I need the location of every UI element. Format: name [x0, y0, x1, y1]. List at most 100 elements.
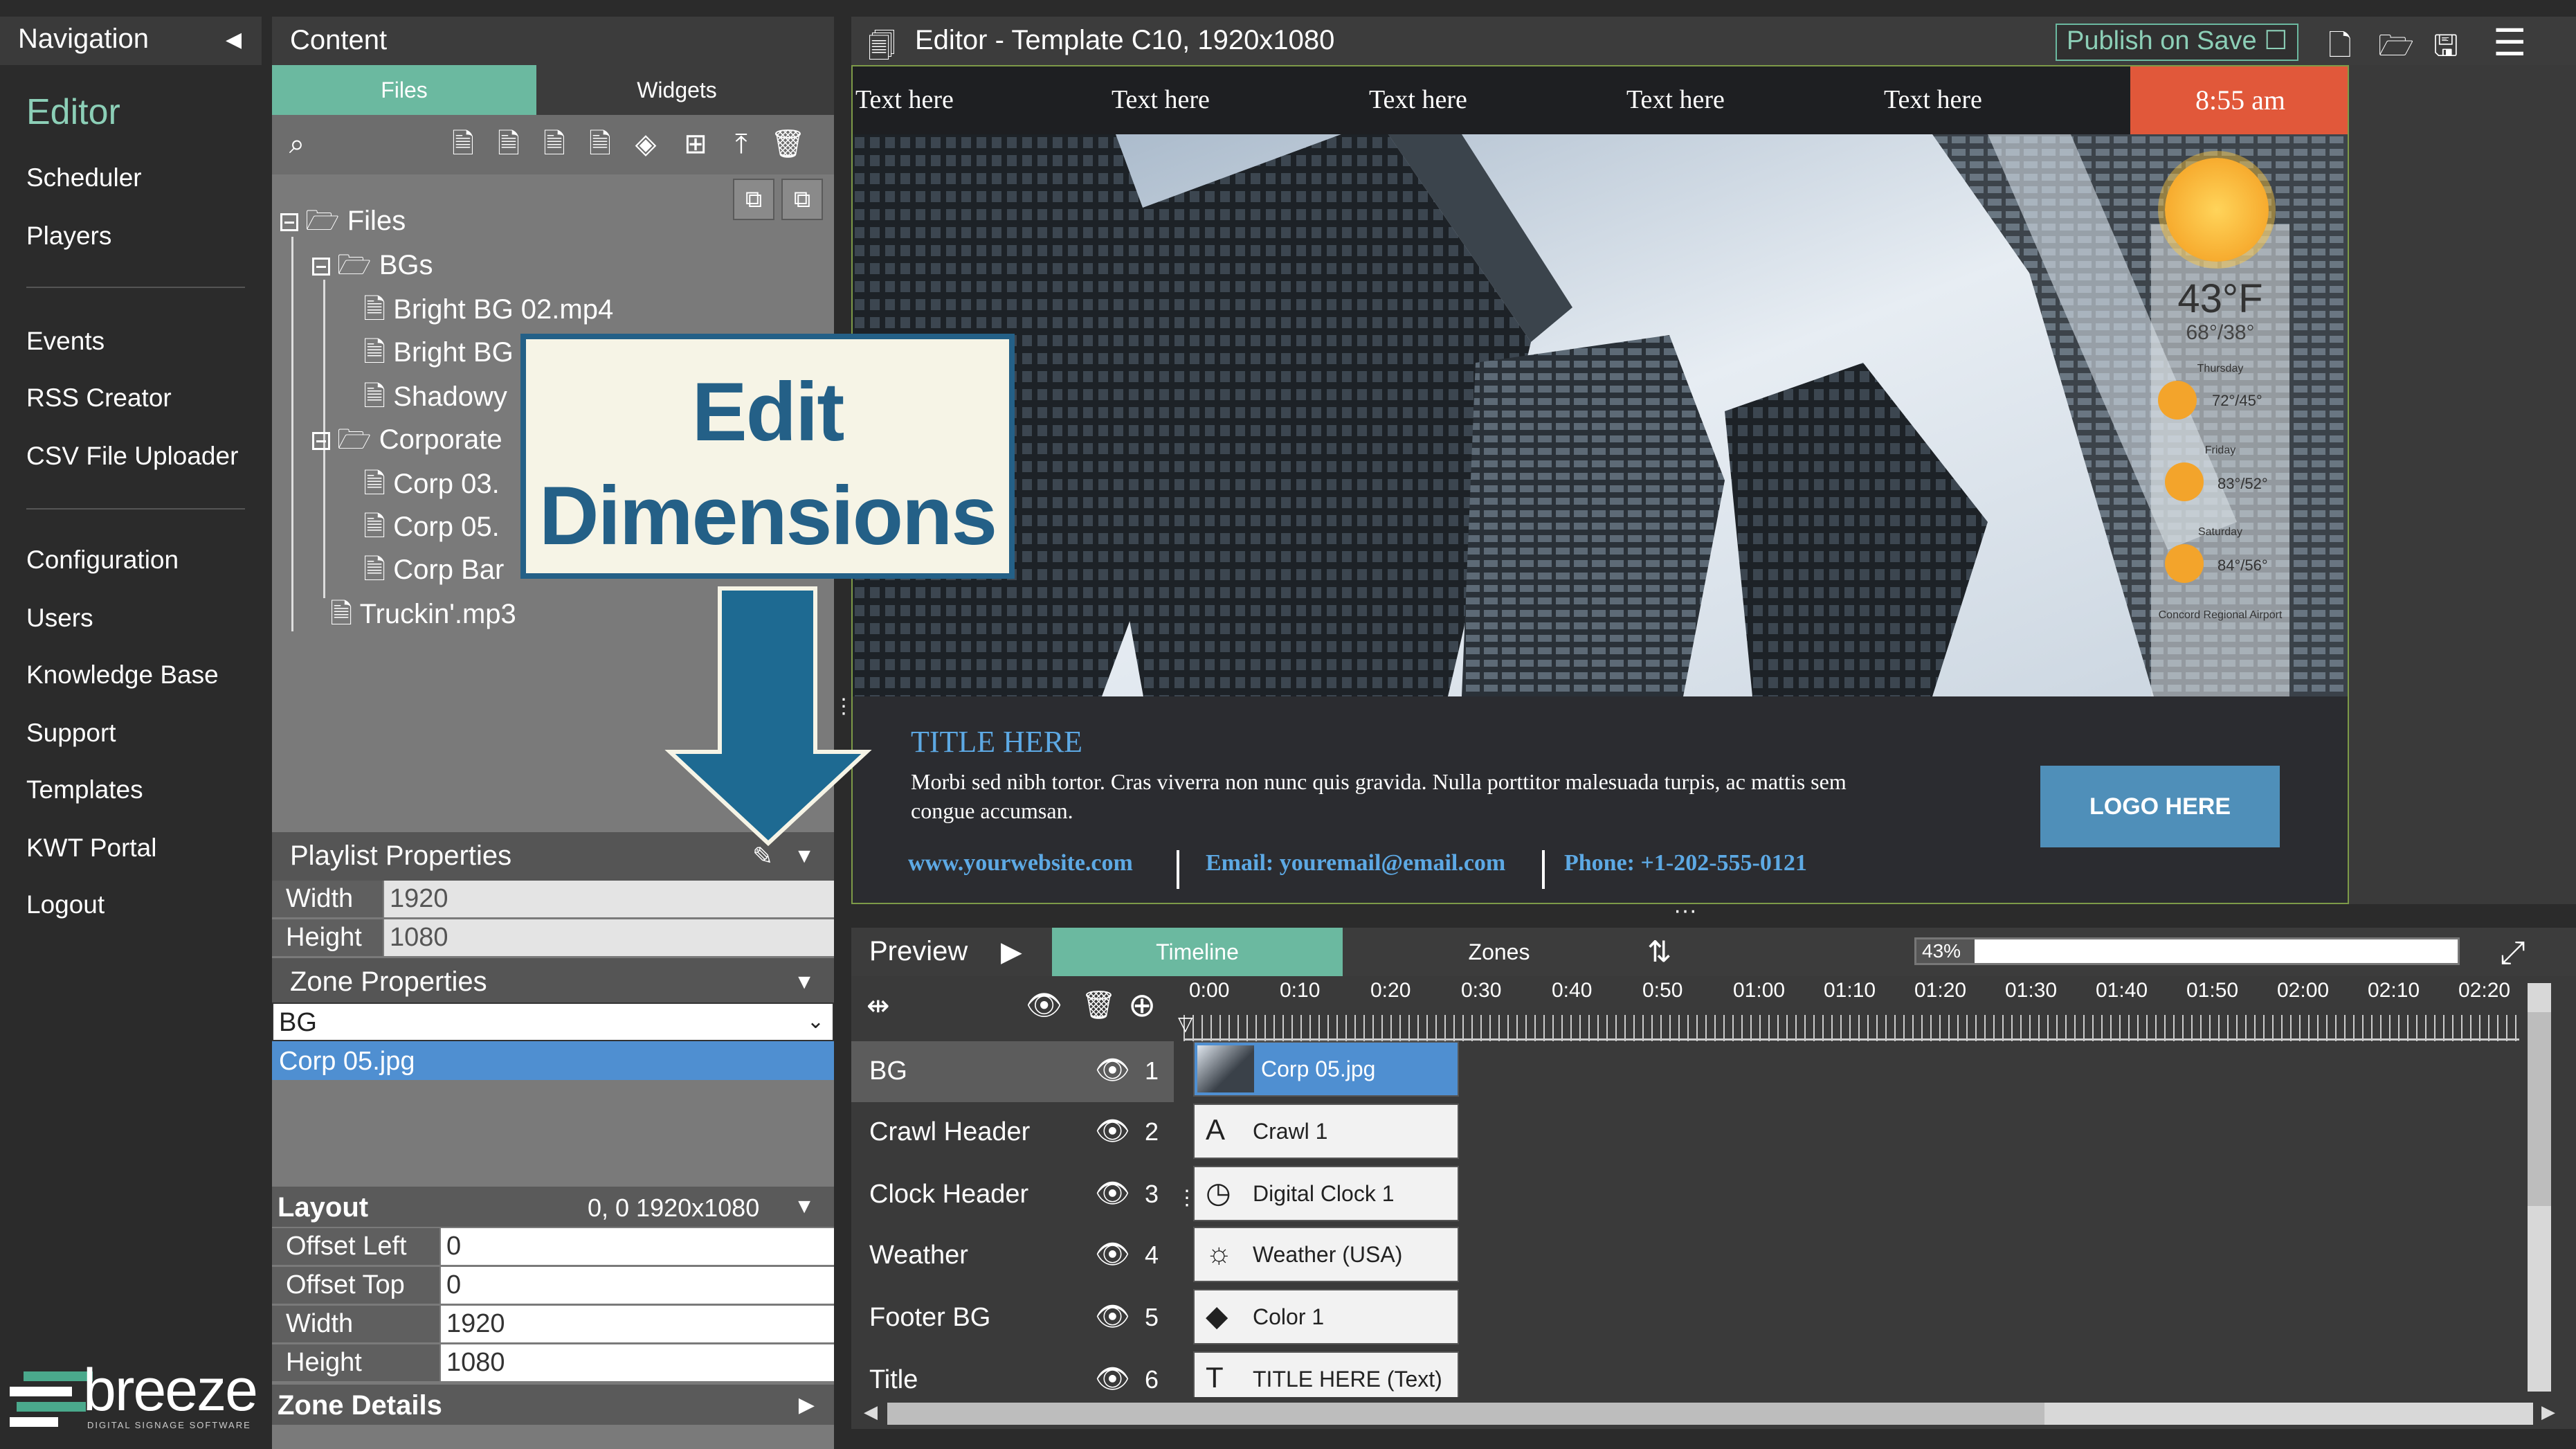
offset-left-field[interactable]: 0 — [441, 1228, 834, 1265]
search-icon[interactable]: ⌕ — [282, 129, 312, 159]
footer-website[interactable]: www.yourwebsite.com — [908, 850, 1133, 876]
add-icon[interactable]: ⊕ — [1128, 986, 1156, 1025]
eye-icon[interactable]: 👁 — [1095, 1362, 1130, 1395]
tree-folder-bgs[interactable]: 🗁 BGs — [312, 245, 433, 292]
layout-height-field[interactable]: 1080 — [441, 1344, 834, 1381]
collapse-icon[interactable] — [312, 432, 330, 450]
timeline-clip[interactable]: Corp 05.jpg — [1193, 1041, 1459, 1097]
footer-phone[interactable]: Phone: +1-202-555-0121 — [1564, 850, 1807, 876]
preview-label[interactable]: Preview — [869, 936, 968, 967]
nav-item-events[interactable]: Events — [26, 327, 105, 356]
logo-zone[interactable]: LOGO HERE — [2040, 766, 2280, 847]
sort-icon[interactable]: ⇅ — [1647, 935, 1671, 969]
layout-header[interactable]: Layout 0, 0 1920x1080 ▼ — [272, 1187, 834, 1227]
zone-row[interactable]: BG 👁 1 — [851, 1041, 1174, 1102]
tab-widgets[interactable]: Widgets — [545, 65, 809, 115]
playlist-height-field[interactable]: 1080 — [384, 919, 834, 956]
scroll-right-icon[interactable]: ▶ — [2541, 1401, 2555, 1423]
fit-width-icon[interactable]: ⇹ — [867, 990, 890, 1022]
timeline-clip[interactable]: ◷ Digital Clock 1 — [1193, 1166, 1459, 1221]
eye-icon[interactable]: 👁 — [1095, 1054, 1130, 1086]
nav-item-configuration[interactable]: Configuration — [26, 546, 179, 575]
new-pdf-icon[interactable]: 🗎 — [585, 129, 615, 159]
new-image-icon[interactable]: 🗎 — [448, 129, 478, 159]
crawl-header-zone[interactable]: Text here Text here Text here Text here … — [853, 66, 2130, 134]
zone-select[interactable]: BG ⌄ — [272, 1002, 834, 1041]
background-photo[interactable] — [853, 134, 2349, 696]
tree-file[interactable]: 🗎 Shadowy — [363, 377, 507, 424]
tree-file[interactable]: 🗎 Corp 03. — [363, 464, 500, 511]
tree-file[interactable]: 🗎 Corp Bar — [363, 550, 504, 597]
duplicate-icon[interactable]: ⧉ — [781, 179, 823, 220]
menu-icon[interactable]: ☰ — [2493, 21, 2526, 64]
new-folder-icon[interactable]: ⊞ — [680, 129, 711, 159]
zoom-slider[interactable]: 43% — [1914, 937, 2460, 965]
nav-item-support[interactable]: Support — [26, 719, 116, 748]
eye-icon[interactable]: 👁 — [1095, 1115, 1130, 1147]
zone-details-header[interactable]: Zone Details ▶ — [272, 1385, 834, 1425]
nav-item-rss-creator[interactable]: RSS Creator — [26, 384, 172, 413]
eye-icon[interactable]: 👁 — [1095, 1177, 1130, 1209]
weather-zone[interactable]: 43°F 68°/38° Thursday 72°/45° Friday 83°… — [2151, 158, 2289, 723]
play-icon[interactable]: ▶ — [1001, 936, 1022, 968]
publish-on-save-toggle[interactable]: Publish on Save ☐ — [2056, 24, 2299, 61]
fullscreen-icon[interactable]: ⤢ — [2500, 933, 2525, 972]
tab-zones[interactable]: Zones — [1354, 928, 1644, 976]
nav-item-users[interactable]: Users — [26, 604, 93, 633]
nav-item-players[interactable]: Players — [26, 222, 111, 251]
footer-bg-zone[interactable]: TITLE HERE Morbi sed nibh tortor. Cras v… — [853, 696, 2348, 903]
nav-item-editor[interactable]: Editor — [26, 91, 120, 133]
nav-item-kwt-portal[interactable]: KWT Portal — [26, 834, 156, 863]
clock-header-zone[interactable]: 8:55 am — [2130, 66, 2348, 134]
zone-properties-header[interactable]: Zone Properties ▼ — [272, 958, 834, 1002]
footer-title[interactable]: TITLE HERE — [911, 724, 1082, 759]
zone-row[interactable]: Crawl Header 👁 2 — [851, 1102, 1174, 1163]
collapse-icon[interactable] — [312, 258, 330, 276]
nav-item-logout[interactable]: Logout — [26, 890, 105, 919]
layout-width-field[interactable]: 1920 — [441, 1306, 834, 1342]
tree-file[interactable]: 🗎 Truckin'.mp3 — [330, 594, 516, 641]
copy-icon[interactable]: ⧉ — [733, 179, 774, 220]
nav-item-templates[interactable]: Templates — [26, 775, 143, 804]
eye-icon[interactable]: 👁 — [1026, 989, 1062, 1023]
trash-icon[interactable]: 🗑 — [770, 129, 806, 159]
splitter-handle-icon[interactable]: ··· — [1674, 899, 1722, 922]
footer-body[interactable]: Morbi sed nibh tortor. Cras viverra non … — [911, 767, 1894, 825]
scrollbar-thumb[interactable] — [2528, 1012, 2551, 1206]
zone-item-selected[interactable]: Corp 05.jpg — [272, 1041, 834, 1080]
tree-folder-corporate[interactable]: 🗁 Corporate — [312, 420, 502, 467]
timeline-clip[interactable]: ◆ Color 1 — [1193, 1289, 1459, 1344]
tab-files[interactable]: Files — [272, 65, 536, 115]
eye-icon[interactable]: 👁 — [1095, 1238, 1130, 1270]
nav-item-knowledge-base[interactable]: Knowledge Base — [26, 660, 219, 690]
playlist-width-field[interactable]: 1920 — [384, 881, 834, 917]
timeline-clip[interactable]: A Crawl 1 — [1193, 1104, 1459, 1159]
zone-row[interactable]: Weather 👁 4 — [851, 1225, 1174, 1286]
playhead-icon[interactable]: ▽ — [1178, 1012, 1193, 1035]
new-file-icon[interactable]: 🗎 — [493, 129, 524, 159]
collapse-left-icon[interactable]: ◀ — [226, 28, 242, 52]
chevron-right-icon[interactable]: ▶ — [799, 1393, 815, 1417]
chevron-down-icon[interactable]: ▼ — [794, 1195, 815, 1218]
eye-icon[interactable]: 👁 — [1095, 1300, 1130, 1333]
template-canvas[interactable]: Text here Text here Text here Text here … — [851, 65, 2349, 904]
timeline-clip[interactable]: ☼ Weather (USA) — [1193, 1227, 1459, 1282]
new-audio-icon[interactable]: 🗎 — [539, 129, 570, 159]
trash-icon[interactable]: 🗑 — [1081, 989, 1116, 1021]
zone-row[interactable]: Footer BG 👁 5 — [851, 1288, 1174, 1349]
collapse-icon[interactable] — [280, 213, 298, 231]
nav-item-scheduler[interactable]: Scheduler — [26, 163, 142, 192]
nav-item-csv-uploader[interactable]: CSV File Uploader — [26, 442, 238, 471]
tab-timeline[interactable]: Timeline — [1052, 928, 1343, 976]
horizontal-scrollbar[interactable] — [887, 1403, 2533, 1425]
chevron-down-icon[interactable]: ▼ — [794, 971, 815, 994]
tree-file[interactable]: 🗎 Bright BG 02.mp4 — [363, 289, 613, 336]
scrollbar-thumb[interactable] — [887, 1403, 2044, 1425]
layers-icon[interactable]: ◈ — [631, 129, 661, 159]
upload-icon[interactable]: ⤒ — [726, 129, 756, 159]
tree-file[interactable]: 🗎 Corp 05. — [363, 507, 500, 554]
zone-row[interactable]: Clock Header 👁 3 — [851, 1164, 1174, 1225]
offset-top-field[interactable]: 0 — [441, 1267, 834, 1304]
tree-root-files[interactable]: 🗁 Files — [280, 201, 406, 248]
footer-email[interactable]: Email: youremail@email.com — [1206, 850, 1505, 876]
